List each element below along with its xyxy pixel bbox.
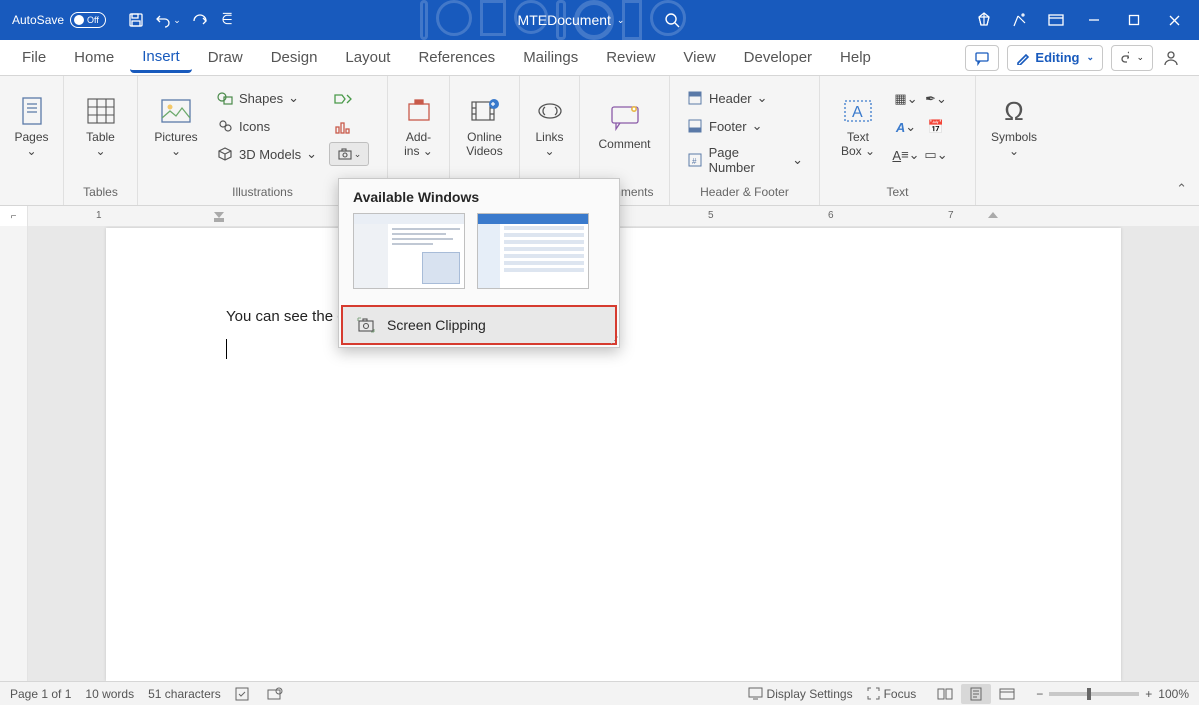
tab-developer[interactable]: Developer	[732, 43, 824, 72]
table-button[interactable]: Table⌄	[74, 80, 127, 172]
tab-mailings[interactable]: Mailings	[511, 43, 590, 72]
spellcheck-icon[interactable]	[235, 687, 253, 701]
addins-button[interactable]: Add- ins ⌄	[398, 80, 439, 172]
print-layout-button[interactable]	[961, 684, 991, 704]
macro-icon[interactable]	[267, 687, 285, 701]
object-button[interactable]: ▭⌄	[922, 142, 950, 168]
maximize-button[interactable]	[1115, 4, 1153, 36]
svg-text:#: #	[692, 157, 697, 166]
redo-button[interactable]	[186, 6, 214, 34]
tab-references[interactable]: References	[406, 43, 507, 72]
tab-review[interactable]: Review	[594, 43, 667, 72]
vertical-ruler[interactable]	[0, 226, 28, 681]
online-videos-button[interactable]: Online Videos	[460, 80, 509, 172]
zoom-controls: − + 100%	[1036, 687, 1189, 701]
3d-models-button[interactable]: 3D Models ⌄	[210, 142, 323, 166]
premium-icon[interactable]	[967, 6, 1001, 34]
textbox-button[interactable]: AText Box ⌄	[830, 80, 886, 172]
ribbon-display-icon[interactable]	[1039, 6, 1073, 34]
screen-clipping-button[interactable]: Screen Clipping	[341, 305, 617, 345]
pages-button[interactable]: Pages⌄	[10, 80, 53, 172]
tab-file[interactable]: File	[10, 43, 58, 72]
autosave-label: AutoSave	[12, 13, 64, 27]
wordart-button[interactable]: A⌄	[892, 114, 920, 140]
comments-toggle[interactable]	[965, 45, 999, 71]
chart-button[interactable]	[329, 114, 357, 140]
zoom-in-button[interactable]: +	[1145, 687, 1152, 701]
word-count[interactable]: 10 words	[85, 687, 134, 701]
smartart-button[interactable]	[329, 86, 357, 112]
tab-insert[interactable]: Insert	[130, 42, 192, 73]
window-thumbnail-1[interactable]	[353, 213, 465, 289]
dropcap-button[interactable]: A≡⌄	[892, 142, 920, 168]
resize-handle-icon[interactable]: ⋰	[610, 335, 617, 346]
character-count[interactable]: 51 characters	[148, 687, 221, 701]
account-icon[interactable]	[1161, 48, 1189, 68]
document-title[interactable]: MTEDocument ⌄	[518, 12, 625, 28]
screenshot-button[interactable]: ⌄	[329, 142, 369, 166]
focus-button[interactable]: Focus	[867, 687, 917, 701]
zoom-out-button[interactable]: −	[1036, 687, 1043, 701]
zoom-level[interactable]: 100%	[1158, 687, 1189, 701]
tab-layout[interactable]: Layout	[333, 43, 402, 72]
footer-button[interactable]: Footer ⌄	[680, 114, 809, 138]
qat-customize-button[interactable]: ⋶	[218, 6, 236, 34]
datetime-button[interactable]: 📅	[922, 114, 950, 140]
text-cursor	[226, 339, 227, 359]
icons-button[interactable]: Icons	[210, 114, 323, 138]
svg-text:A: A	[852, 104, 863, 121]
header-button[interactable]: Header ⌄	[680, 86, 809, 110]
quickparts-button[interactable]: ▦⌄	[892, 86, 920, 112]
shapes-button[interactable]: Shapes ⌄	[210, 86, 323, 110]
tab-help[interactable]: Help	[828, 43, 883, 72]
collapse-ribbon-button[interactable]: ⌃	[1176, 181, 1187, 197]
close-button[interactable]	[1155, 4, 1193, 36]
read-mode-button[interactable]	[930, 684, 960, 704]
screen-clipping-label: Screen Clipping	[387, 317, 486, 333]
popup-title: Available Windows	[339, 179, 619, 213]
pictures-button[interactable]: Pictures⌄	[148, 80, 204, 172]
share-button[interactable]: ⌄	[1111, 45, 1153, 71]
tab-view[interactable]: View	[671, 43, 727, 72]
camera-icon	[357, 317, 375, 333]
tables-group-label: Tables	[74, 181, 127, 205]
ribbon-tabs: File Home Insert Draw Design Layout Refe…	[0, 40, 1199, 76]
screenshot-popup: Available Windows Screen Clipping ⋰	[338, 178, 620, 348]
save-button[interactable]	[122, 6, 150, 34]
title-bar: AutoSave Off ⌄ ⋶ MTEDocument ⌄	[0, 0, 1199, 40]
tab-home[interactable]: Home	[62, 43, 126, 72]
tab-design[interactable]: Design	[259, 43, 330, 72]
links-button[interactable]: Links⌄	[530, 80, 569, 172]
web-layout-button[interactable]	[992, 684, 1022, 704]
display-settings-button[interactable]: Display Settings	[748, 687, 853, 701]
undo-button[interactable]: ⌄	[154, 6, 182, 34]
editing-mode-button[interactable]: Editing⌄	[1007, 45, 1103, 71]
window-thumbnail-2[interactable]	[477, 213, 589, 289]
minimize-button[interactable]	[1075, 4, 1113, 36]
comment-button[interactable]: Comment	[590, 80, 659, 172]
page-number-button[interactable]: #Page Number ⌄	[680, 142, 809, 178]
tab-draw[interactable]: Draw	[196, 43, 255, 72]
status-bar: Page 1 of 1 10 words 51 characters Displ…	[0, 681, 1199, 705]
page-indicator[interactable]: Page 1 of 1	[10, 687, 71, 701]
touch-mode-icon[interactable]	[1003, 6, 1037, 34]
search-icon[interactable]	[664, 12, 681, 29]
text-group-label: Text	[830, 181, 965, 205]
symbols-button[interactable]: ΩSymbols⌄	[986, 80, 1042, 172]
autosave-toggle[interactable]: AutoSave Off	[6, 12, 112, 28]
header-footer-group-label: Header & Footer	[680, 181, 809, 205]
signature-button[interactable]: ✒⌄	[922, 86, 950, 112]
